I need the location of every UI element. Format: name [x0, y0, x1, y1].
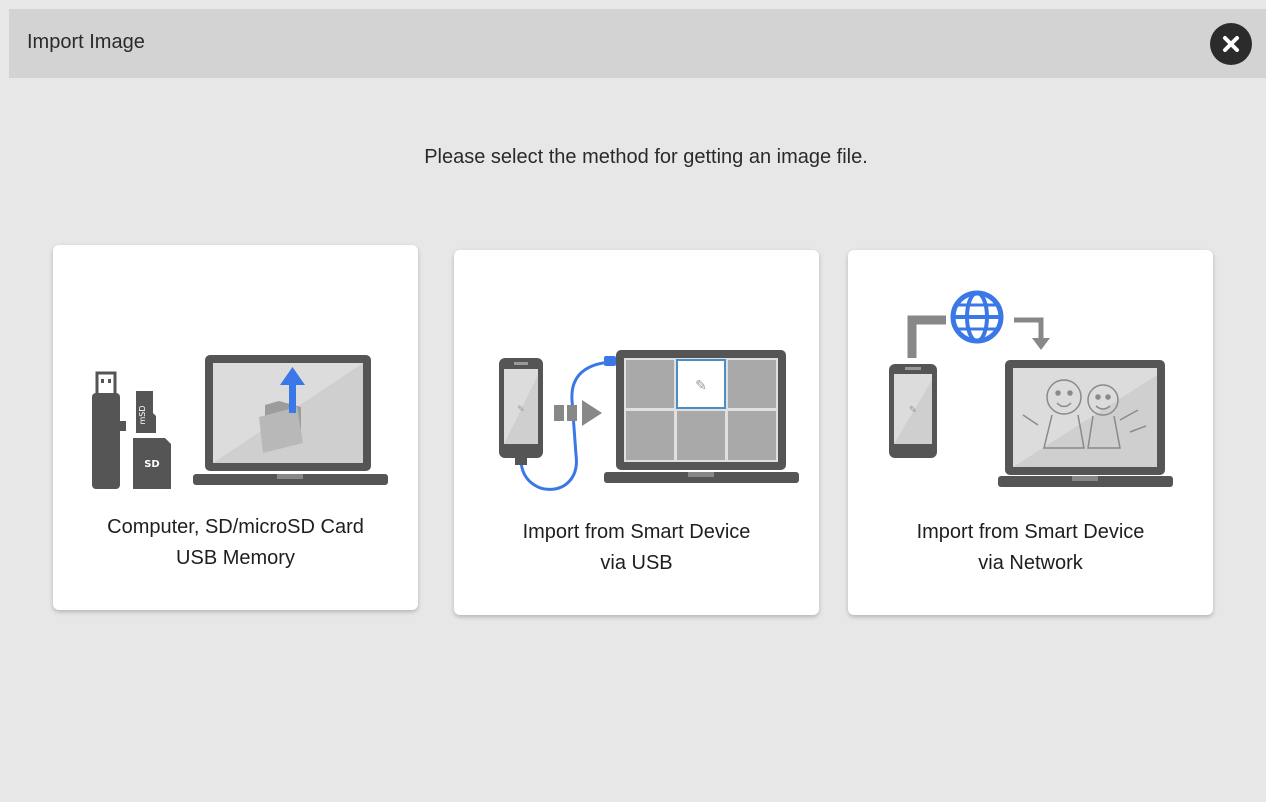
- option-label: Import from Smart Device via Network: [848, 517, 1213, 579]
- arrow-right-icon: [554, 400, 602, 426]
- usb-stick-icon: [92, 371, 126, 489]
- import-image-dialog: Import Image Please select the method fo…: [9, 9, 1266, 802]
- close-icon: [1223, 36, 1239, 52]
- smart-device-usb-illustration: ✎ ✎: [499, 350, 799, 491]
- laptop-grid-icon: ✎: [604, 350, 799, 483]
- smartphone-icon: ✎: [499, 358, 543, 458]
- svg-text:✎: ✎: [695, 378, 707, 394]
- option-smart-device-usb[interactable]: ✎ ✎ Import from Smart Device via USB: [454, 250, 819, 615]
- option-computer-sd-usb[interactable]: mSD SD Computer, SD/microSD Card USB Mem…: [53, 245, 418, 610]
- option-label-line2: via USB: [600, 552, 673, 574]
- option-label-line2: USB Memory: [176, 547, 295, 569]
- option-label-line2: via Network: [978, 552, 1083, 574]
- globe-icon: [950, 290, 1004, 344]
- computer-sd-usb-illustration: mSD SD: [92, 355, 388, 489]
- dialog-title: Import Image: [27, 31, 145, 53]
- smartphone-icon: ✎: [889, 364, 937, 458]
- laptop-icon: [998, 360, 1173, 487]
- option-label: Computer, SD/microSD Card USB Memory: [53, 512, 418, 574]
- option-smart-device-network[interactable]: ✎ Import from Smart Device via Network: [848, 250, 1213, 615]
- svg-text:SD: SD: [144, 459, 160, 470]
- sd-card-icon: SD: [133, 438, 171, 489]
- instruction-text: Please select the method for getting an …: [424, 146, 868, 168]
- dialog-titlebar: Import Image: [9, 9, 1266, 78]
- option-label-line1: Import from Smart Device: [916, 521, 1145, 543]
- option-label-line1: Computer, SD/microSD Card: [107, 516, 364, 538]
- option-label: Import from Smart Device via USB: [454, 517, 819, 579]
- svg-text:mSD: mSD: [138, 405, 147, 424]
- smart-device-network-illustration: ✎: [889, 290, 1173, 487]
- option-label-line1: Import from Smart Device: [522, 521, 751, 543]
- close-button[interactable]: [1210, 23, 1252, 65]
- svg-text:✎: ✎: [909, 405, 917, 416]
- microsd-card-icon: mSD: [136, 391, 156, 433]
- svg-text:✎: ✎: [517, 405, 525, 415]
